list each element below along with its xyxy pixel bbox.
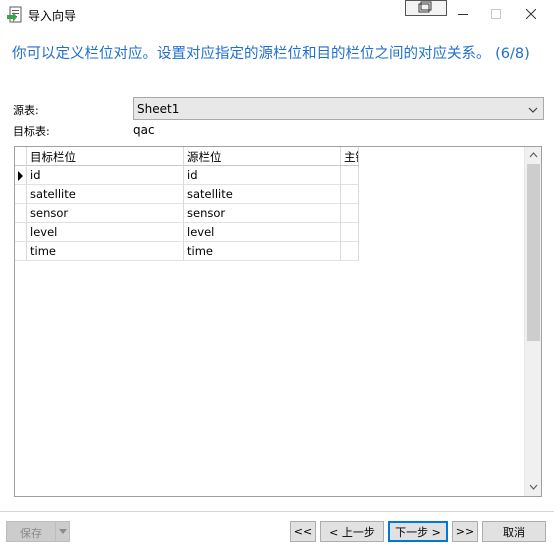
row-indicator	[15, 204, 27, 223]
cancel-button[interactable]: 取消	[482, 521, 546, 542]
grid-header-row: 目标栏位 源栏位 主键	[15, 147, 359, 166]
source-field-cell[interactable]: sensor	[184, 204, 341, 223]
scroll-up-button[interactable]	[525, 147, 542, 164]
current-row-arrow-icon	[18, 171, 23, 181]
table-row[interactable]: id id	[15, 166, 359, 185]
chevron-down-icon	[529, 483, 538, 493]
close-button[interactable]	[508, 0, 554, 30]
title-bar: 导入向导	[0, 0, 554, 30]
previous-step-button[interactable]: < 上一步	[320, 521, 384, 542]
chevron-up-icon	[529, 151, 538, 161]
primary-key-cell[interactable]	[341, 166, 359, 185]
header-indicator-cell	[15, 147, 27, 166]
row-indicator	[15, 166, 27, 185]
target-table-value: qac	[133, 123, 155, 137]
column-header-target[interactable]: 目标栏位	[27, 147, 184, 166]
save-button-label: 保存	[20, 527, 42, 540]
maximize-icon	[491, 8, 501, 22]
source-field-cell[interactable]: id	[184, 166, 341, 185]
table-row[interactable]: level level	[15, 223, 359, 242]
source-table-value: Sheet1	[137, 102, 180, 116]
column-header-source[interactable]: 源栏位	[184, 147, 341, 166]
chevron-down-icon	[528, 104, 538, 114]
primary-key-cell[interactable]	[341, 223, 359, 242]
last-step-button[interactable]: >>	[452, 521, 478, 542]
footer-divider	[0, 511, 554, 512]
minimize-icon	[458, 8, 468, 22]
save-button[interactable]: 保存	[6, 521, 70, 542]
next-step-button[interactable]: 下一步 >	[388, 521, 448, 542]
target-field-cell[interactable]: time	[27, 242, 184, 261]
table-row[interactable]: sensor sensor	[15, 204, 359, 223]
primary-key-cell[interactable]	[341, 185, 359, 204]
save-button-divider	[55, 522, 56, 541]
target-field-cell[interactable]: satellite	[27, 185, 184, 204]
target-field-cell[interactable]: sensor	[27, 204, 184, 223]
table-row[interactable]: time time	[15, 242, 359, 261]
dropdown-arrow-icon[interactable]	[59, 529, 67, 534]
vertical-scrollbar[interactable]	[524, 147, 541, 496]
source-table-select[interactable]: Sheet1	[133, 97, 544, 120]
source-table-label: 源表:	[13, 104, 39, 117]
source-field-cell[interactable]: time	[184, 242, 341, 261]
import-wizard-icon	[7, 6, 23, 24]
first-step-button[interactable]: <<	[290, 521, 316, 542]
primary-key-cell[interactable]	[341, 242, 359, 261]
row-indicator	[15, 242, 27, 261]
scrollbar-thumb[interactable]	[527, 164, 540, 341]
column-header-primary-key[interactable]: 主键	[341, 147, 359, 166]
source-field-cell[interactable]: level	[184, 223, 341, 242]
wizard-step-description: 你可以定义栏位对应。设置对应指定的源栏位和目的栏位之间的对应关系。 (6/8)	[12, 46, 530, 62]
target-field-cell[interactable]: id	[27, 166, 184, 185]
target-field-cell[interactable]: level	[27, 223, 184, 242]
target-table-label: 目标表:	[13, 125, 50, 138]
primary-key-cell[interactable]	[341, 204, 359, 223]
window-title: 导入向导	[28, 9, 77, 23]
close-icon	[525, 8, 537, 22]
source-field-cell[interactable]: satellite	[184, 185, 341, 204]
field-mapping-grid[interactable]: 目标栏位 源栏位 主键 id id satellite satellite se…	[14, 146, 542, 497]
scroll-down-button[interactable]	[525, 479, 542, 496]
table-row[interactable]: satellite satellite	[15, 185, 359, 204]
row-indicator	[15, 223, 27, 242]
row-indicator	[15, 185, 27, 204]
